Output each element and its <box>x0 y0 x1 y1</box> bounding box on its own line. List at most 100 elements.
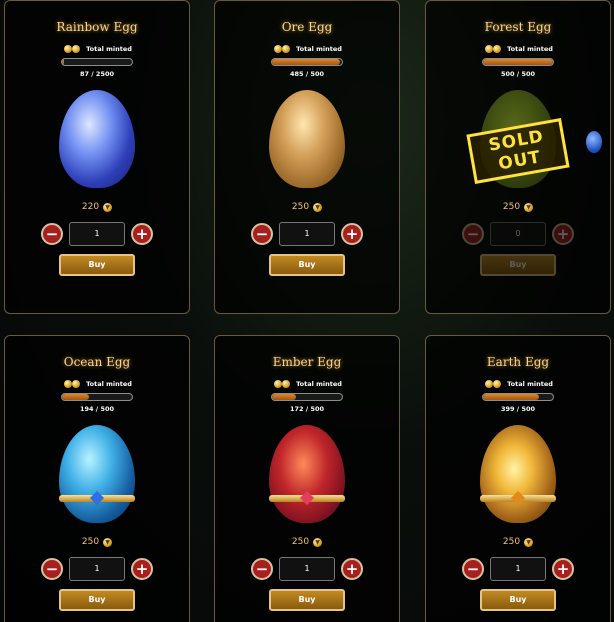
quantity-input[interactable]: 1 <box>69 557 125 581</box>
supply-value: 500 <box>310 70 325 78</box>
minted-progress-fill <box>272 59 340 65</box>
quantity-input[interactable]: 0 <box>490 222 546 246</box>
price-value: 220 <box>81 202 100 212</box>
coins-icon <box>62 44 82 54</box>
egg-card-ocean: Ocean Egg Total minted 194 / 500 250 ▼ −… <box>4 335 190 622</box>
quantity-input[interactable]: 1 <box>279 557 335 581</box>
increase-button[interactable]: + <box>341 223 363 245</box>
price-row: 250 ▼ <box>5 535 189 549</box>
egg-image-area <box>426 421 610 531</box>
minted-label: Total minted <box>86 380 132 388</box>
coins-icon <box>62 379 82 389</box>
buy-button[interactable]: Buy <box>269 589 345 611</box>
minted-progress-fill <box>62 394 90 400</box>
coin-icon: ▼ <box>524 537 534 547</box>
egg-title: Rainbow Egg <box>56 20 138 34</box>
earth-egg-image <box>480 425 556 523</box>
egg-card-rainbow: Rainbow Egg Total minted 87 / 2500 220 ▼… <box>4 0 190 314</box>
minted-progress-fill <box>272 394 297 400</box>
coin-icon: ▼ <box>524 202 534 212</box>
minted-label: Total minted <box>296 380 342 388</box>
coin-icon: ▼ <box>103 202 113 212</box>
price-value: 250 <box>291 537 310 547</box>
minted-value: 194 <box>79 405 94 413</box>
minted-label: Total minted <box>507 45 553 53</box>
minted-value: 500 <box>500 70 515 78</box>
coins-icon <box>483 44 503 54</box>
minted-progress-bar <box>482 58 554 66</box>
egg-image-area <box>215 86 399 196</box>
minted-row: Total minted <box>215 378 399 390</box>
quantity-stepper: − 1 + <box>5 222 189 246</box>
price-row: 250 ▼ <box>426 200 610 214</box>
price-value: 250 <box>291 202 310 212</box>
minted-value: 172 <box>289 405 304 413</box>
decrease-button[interactable]: − <box>462 558 484 580</box>
decrease-button[interactable]: − <box>41 223 63 245</box>
minted-row: Total minted <box>215 43 399 55</box>
rainbow-egg-image <box>59 90 135 188</box>
minted-count: 194 / 500 <box>79 405 115 413</box>
increase-button[interactable]: + <box>131 558 153 580</box>
quantity-stepper: − 0 + <box>426 222 610 246</box>
buy-button[interactable]: Buy <box>480 254 556 276</box>
buy-button[interactable]: Buy <box>59 254 135 276</box>
decrease-button[interactable]: − <box>41 558 63 580</box>
minted-count: 172 / 500 <box>289 405 325 413</box>
minted-count: 485 / 500 <box>289 70 325 78</box>
buy-button[interactable]: Buy <box>480 589 556 611</box>
quantity-input[interactable]: 1 <box>279 222 335 246</box>
coins-icon <box>483 379 503 389</box>
supply-value: 2500 <box>95 70 115 78</box>
supply-value: 500 <box>521 70 536 78</box>
quantity-input[interactable]: 1 <box>69 222 125 246</box>
egg-card-earth: Earth Egg Total minted 399 / 500 250 ▼ −… <box>425 335 611 622</box>
supply-value: 500 <box>521 405 536 413</box>
coin-icon: ▼ <box>103 537 113 547</box>
minted-progress-bar <box>61 58 133 66</box>
egg-title: Ember Egg <box>272 355 342 369</box>
supply-value: 500 <box>100 405 115 413</box>
egg-image-area <box>5 86 189 196</box>
minted-progress-bar <box>271 58 343 66</box>
minted-progress-bar <box>61 393 133 401</box>
price-value: 250 <box>502 202 521 212</box>
coins-icon <box>272 379 292 389</box>
quantity-input[interactable]: 1 <box>490 557 546 581</box>
increase-button[interactable]: + <box>552 558 574 580</box>
minted-progress-bar <box>271 393 343 401</box>
egg-image-area: SOLD OUT <box>426 86 610 196</box>
increase-button[interactable]: + <box>341 558 363 580</box>
decrease-button[interactable]: − <box>251 558 273 580</box>
coin-icon: ▼ <box>313 202 323 212</box>
egg-card-forest: Forest Egg Total minted 500 / 500 SOLD O… <box>425 0 611 314</box>
supply-value: 500 <box>310 405 325 413</box>
ore-egg-image <box>269 90 345 188</box>
minted-count: 399 / 500 <box>500 405 536 413</box>
increase-button[interactable]: + <box>131 223 153 245</box>
decrease-button[interactable]: − <box>251 223 273 245</box>
egg-title: Forest Egg <box>484 20 552 34</box>
egg-title: Ocean Egg <box>63 355 131 369</box>
increase-button[interactable]: + <box>552 223 574 245</box>
price-row: 220 ▼ <box>5 200 189 214</box>
coin-icon: ▼ <box>313 537 323 547</box>
buy-button[interactable]: Buy <box>59 589 135 611</box>
minted-label: Total minted <box>296 45 342 53</box>
ember-egg-image <box>269 425 345 523</box>
minted-row: Total minted <box>5 378 189 390</box>
quantity-stepper: − 1 + <box>5 557 189 581</box>
buy-button[interactable]: Buy <box>269 254 345 276</box>
price-row: 250 ▼ <box>426 535 610 549</box>
minted-progress-fill <box>483 394 539 400</box>
ocean-egg-image <box>59 425 135 523</box>
quantity-stepper: − 1 + <box>426 557 610 581</box>
minted-label: Total minted <box>507 380 553 388</box>
minted-value: 399 <box>500 405 515 413</box>
quantity-stepper: − 1 + <box>215 222 399 246</box>
minted-progress-bar <box>482 393 554 401</box>
price-value: 250 <box>81 537 100 547</box>
egg-image-area <box>5 421 189 531</box>
minted-row: Total minted <box>5 43 189 55</box>
decrease-button[interactable]: − <box>462 223 484 245</box>
